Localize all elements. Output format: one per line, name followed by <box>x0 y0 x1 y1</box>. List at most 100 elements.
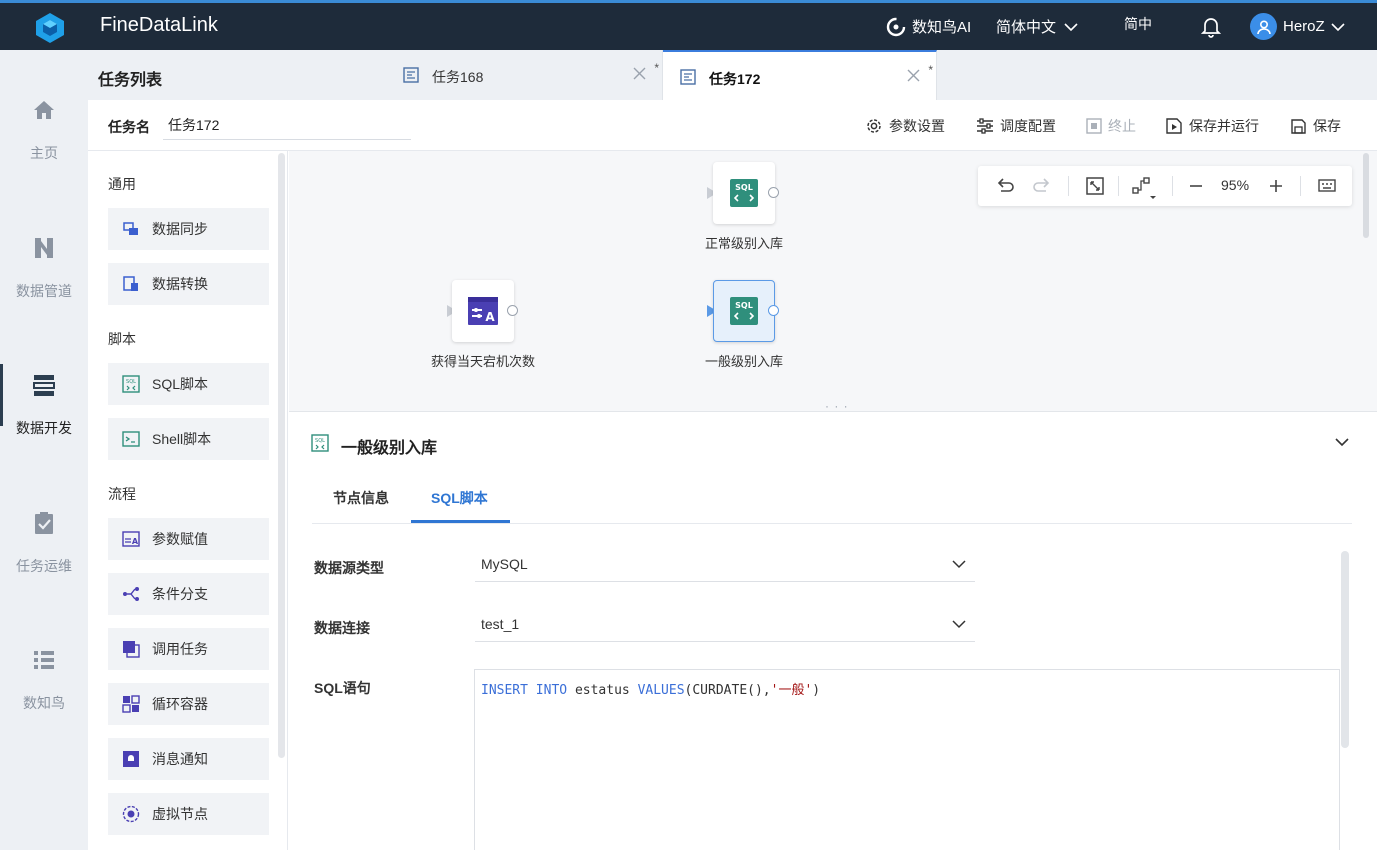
redo-icon[interactable] <box>1033 176 1053 196</box>
zoom-level: 95% <box>1221 177 1250 193</box>
tab-task-168[interactable]: 任务168 * <box>386 50 663 100</box>
nav-item-shuzhiniao[interactable]: 数知鸟 <box>0 647 88 713</box>
palette-item-param-assign[interactable]: A 参数赋值 <box>108 518 269 560</box>
call-task-icon <box>122 640 140 658</box>
save-button[interactable]: 保存 <box>1290 116 1341 136</box>
top-bar: FineDataLink 数知鸟AI 简体中文 简中 HeroZ <box>0 0 1377 50</box>
palette-group-flow: 流程 <box>108 486 136 502</box>
tab-label: 任务172 <box>709 71 761 87</box>
connection-select[interactable]: test_1 <box>475 606 975 642</box>
terminal-icon <box>122 430 140 448</box>
fit-view-icon[interactable] <box>1085 176 1105 196</box>
param-settings-label: 参数设置 <box>889 118 945 134</box>
zoom-out-icon[interactable] <box>1187 176 1205 196</box>
layout-connector-icon[interactable] <box>1131 176 1157 200</box>
node-detail-panel: SQL 一般级别入库 节点信息 SQL脚本 数据源类型 MySQL 数据连接 t… <box>289 411 1377 850</box>
nav-label: 数据管道 <box>16 283 72 299</box>
palette-item-data-transform[interactable]: 数据转换 <box>108 263 269 305</box>
app-title: FineDataLink <box>100 14 218 36</box>
save-icon <box>1290 118 1307 135</box>
palette-item-label: 参数赋值 <box>152 531 208 547</box>
svg-text:A: A <box>132 537 139 546</box>
clipboard-check-icon <box>31 510 57 536</box>
close-icon[interactable] <box>907 69 920 82</box>
palette-group-general: 通用 <box>108 176 136 192</box>
toolbar-divider <box>1172 176 1173 196</box>
palette-item-sql-script[interactable]: SQL SQL脚本 <box>108 363 269 405</box>
node-detail-title: 一般级别入库 <box>341 440 438 457</box>
chevron-down-icon <box>951 558 967 570</box>
node-sql-general-level[interactable]: SQL <box>713 280 775 342</box>
task-file-icon <box>403 67 419 83</box>
node-label: 正常级别入库 <box>704 236 783 251</box>
username: HeroZ <box>1283 18 1325 35</box>
tab-task-172[interactable]: 任务172 * <box>663 50 937 100</box>
palette-scrollbar[interactable] <box>278 153 285 758</box>
node-palette: 通用 数据同步 数据转换 脚本 SQL SQL脚本 Shell脚本 流程 A 参… <box>88 151 288 850</box>
connection-label: 数据连接 <box>314 620 370 636</box>
param-assign-icon: A <box>122 530 140 548</box>
param-assign-node-icon: A <box>467 295 499 327</box>
palette-item-shell-script[interactable]: Shell脚本 <box>108 418 269 460</box>
task-name-input[interactable] <box>163 110 411 140</box>
language-select[interactable]: 简体中文 <box>996 16 1078 37</box>
palette-item-message-notify[interactable]: 消息通知 <box>108 738 269 780</box>
modified-indicator: * <box>928 63 933 77</box>
nav-item-home[interactable]: 主页 <box>0 97 88 163</box>
toolbar-divider <box>1300 176 1301 196</box>
stop-button[interactable]: 终止 <box>1086 116 1136 136</box>
task-toolbar: 任务名 参数设置 调度配置 终止 保存并运行 保存 <box>88 100 1377 151</box>
node-sql-normal-level[interactable]: SQL <box>713 162 775 224</box>
ai-assistant-button[interactable]: 数知鸟AI <box>886 16 971 37</box>
tab-node-info[interactable]: 节点信息 <box>333 488 389 508</box>
keyboard-icon[interactable] <box>1318 176 1336 196</box>
stop-label: 终止 <box>1108 118 1136 134</box>
sql-table: estatus <box>574 683 630 698</box>
nav-label: 主页 <box>30 145 58 161</box>
data-transform-icon <box>122 275 140 293</box>
detail-scrollbar[interactable] <box>1341 551 1349 748</box>
palette-item-label: 条件分支 <box>152 586 208 602</box>
param-settings-button[interactable]: 参数设置 <box>865 116 945 136</box>
palette-item-data-sync[interactable]: 数据同步 <box>108 208 269 250</box>
save-and-run-button[interactable]: 保存并运行 <box>1165 116 1259 136</box>
nav-item-ops[interactable]: 任务运维 <box>0 510 88 576</box>
schedule-config-button[interactable]: 调度配置 <box>976 116 1056 136</box>
chevron-down-icon <box>1331 22 1345 32</box>
app-logo-icon[interactable] <box>33 11 67 45</box>
svg-text:SQL: SQL <box>735 301 753 310</box>
collapse-chevron-icon[interactable] <box>1334 436 1350 448</box>
palette-item-virtual-node[interactable]: 虚拟节点 <box>108 793 269 835</box>
branch-icon <box>122 585 140 603</box>
node-param-assign[interactable]: A <box>452 280 514 342</box>
palette-item-condition-branch[interactable]: 条件分支 <box>108 573 269 615</box>
simplified-chinese-toggle[interactable]: 简中 <box>1124 14 1152 34</box>
undo-icon[interactable] <box>994 176 1014 196</box>
close-icon[interactable] <box>633 67 646 80</box>
palette-item-call-task[interactable]: 调用任务 <box>108 628 269 670</box>
save-label: 保存 <box>1313 118 1341 134</box>
sql-function: (CURDATE(), <box>684 683 771 698</box>
bell-icon[interactable] <box>1201 16 1221 38</box>
virtual-node-icon <box>122 805 140 823</box>
home-icon <box>31 97 57 123</box>
zoom-in-icon[interactable] <box>1267 176 1285 196</box>
node-output-port[interactable] <box>768 187 779 198</box>
datasource-type-select[interactable]: MySQL <box>475 546 975 582</box>
node-output-port[interactable] <box>507 305 518 316</box>
task-list-title[interactable]: 任务列表 <box>88 50 386 100</box>
save-run-icon <box>1165 117 1183 135</box>
list-icon <box>31 647 57 673</box>
sql-editor[interactable]: INSERT INTO estatus VALUES(CURDATE(),'一般… <box>474 669 1340 850</box>
nav-item-pipeline[interactable]: 数据管道 <box>0 235 88 301</box>
task-name-label: 任务名 <box>108 119 150 135</box>
modified-indicator: * <box>654 61 659 75</box>
nav-item-data-dev[interactable]: 数据开发 <box>0 364 88 438</box>
ai-bird-icon <box>886 17 906 37</box>
canvas-scrollbar[interactable] <box>1363 153 1369 238</box>
palette-item-label: 数据同步 <box>152 221 208 237</box>
user-menu[interactable]: HeroZ <box>1250 13 1345 40</box>
palette-item-loop-container[interactable]: 循环容器 <box>108 683 269 725</box>
tab-sql-script[interactable]: SQL脚本 <box>431 488 488 508</box>
node-output-port[interactable] <box>768 305 779 316</box>
